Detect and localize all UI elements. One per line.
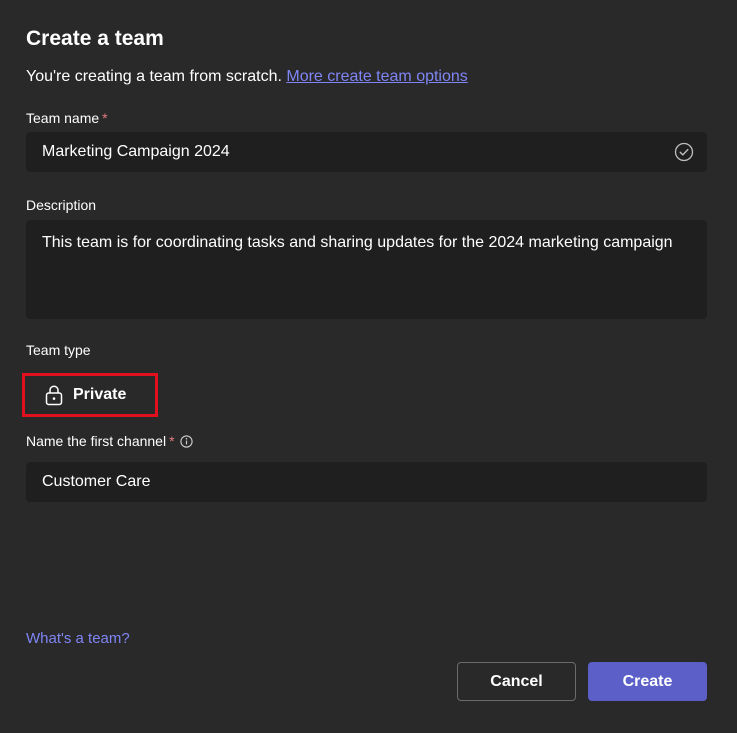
lock-icon: [45, 385, 63, 406]
description-label: Description: [26, 197, 97, 213]
first-channel-input[interactable]: Customer Care: [26, 462, 707, 502]
whats-a-team-link[interactable]: What's a team?: [26, 630, 130, 648]
create-button[interactable]: Create: [588, 662, 707, 701]
first-channel-label: Name the first channel *: [26, 432, 193, 450]
more-options-link[interactable]: More create team options: [286, 68, 467, 85]
team-name-input[interactable]: Marketing Campaign 2024: [26, 132, 707, 172]
info-icon[interactable]: [179, 435, 193, 448]
dialog-title: Create a team: [26, 27, 164, 50]
first-channel-value: Customer Care: [42, 473, 151, 490]
team-name-label: Team name *: [26, 109, 108, 127]
team-name-value: Marketing Campaign 2024: [42, 143, 230, 160]
dialog-subtitle: You're creating a team from scratch. Mor…: [26, 67, 468, 87]
description-value: This team is for coordinating tasks and …: [42, 234, 673, 251]
team-name-label-text: Team name: [26, 110, 100, 126]
create-team-dialog: Create a team You're creating a team fro…: [0, 0, 737, 733]
required-mark: *: [102, 110, 108, 126]
required-mark: *: [169, 433, 175, 449]
team-type-value: Private: [73, 386, 127, 403]
description-textarea[interactable]: This team is for coordinating tasks and …: [26, 220, 707, 319]
team-type-dropdown[interactable]: Private: [22, 373, 158, 417]
subtitle-text: You're creating a team from scratch.: [26, 68, 287, 85]
first-channel-label-text: Name the first channel: [26, 433, 167, 449]
check-circle-icon: [674, 142, 694, 162]
cancel-button[interactable]: Cancel: [457, 662, 576, 701]
team-type-label: Team type: [26, 342, 91, 358]
